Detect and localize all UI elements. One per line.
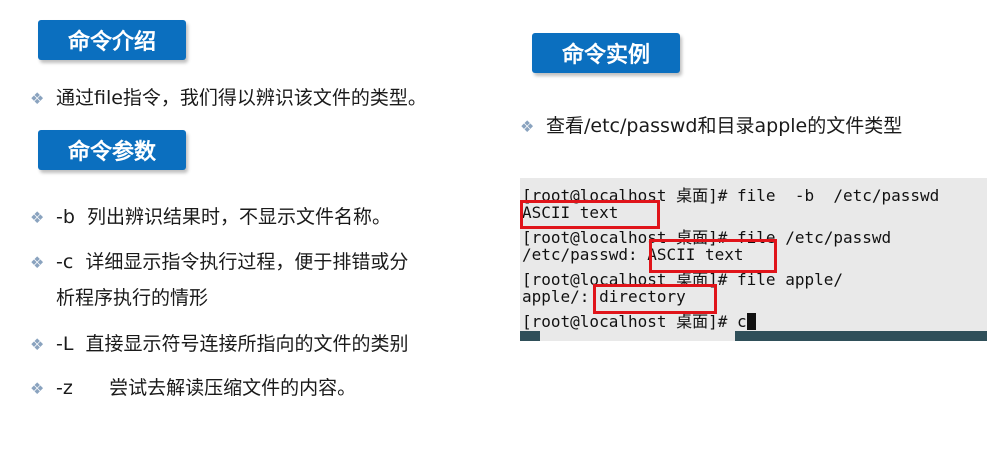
param-flag: -b xyxy=(56,206,75,228)
example-title-badge: 命令实例 xyxy=(532,33,680,73)
param-desc: 详细显示指令执行过程，便于排错或分 xyxy=(85,251,409,273)
diamond-bullet-icon: ❖ xyxy=(30,89,45,108)
example-bullet: ❖ 查看/etc/passwd和目录apple的文件类型 xyxy=(520,109,902,144)
terminal-line-part: apple/: xyxy=(522,287,600,306)
param-desc: 尝试去解读压缩文件的内容。 xyxy=(109,377,357,399)
intro-text: 通过file指令，我们得以辨识该文件的类型。 xyxy=(56,87,427,109)
param-desc: 列出辨识结果时，不显示文件名称。 xyxy=(87,206,392,228)
diamond-bullet-icon: ❖ xyxy=(520,117,535,136)
param-flag: -z xyxy=(56,377,73,399)
param-L: ❖ -L 直接显示符号连接所指向的文件的类别 xyxy=(30,327,409,362)
param-c: ❖ -c 详细显示指令执行过程，便于排错或分 xyxy=(30,245,408,280)
param-desc: 直接显示符号连接所指向的文件的类别 xyxy=(85,333,409,355)
params-title-badge: 命令参数 xyxy=(38,130,186,170)
terminal-line-part: [root@localhost 桌面]# c xyxy=(522,312,747,331)
terminal-bottom-gap xyxy=(540,331,735,341)
diamond-bullet-icon: ❖ xyxy=(30,379,45,398)
terminal-cursor xyxy=(746,313,756,330)
terminal-screenshot: [root@localhost 桌面]# file -b /etc/passwd… xyxy=(520,178,987,341)
diamond-bullet-icon: ❖ xyxy=(30,253,45,272)
highlight-box xyxy=(649,239,777,273)
param-z: ❖ -z 尝试去解读压缩文件的内容。 xyxy=(30,371,356,406)
param-c-continuation: 析程序执行的情形 xyxy=(56,287,209,309)
param-b: ❖ -b 列出辨识结果时，不显示文件名称。 xyxy=(30,200,391,235)
highlight-box xyxy=(593,284,717,314)
terminal-line-part: /etc/passwd: xyxy=(522,245,648,264)
highlight-box xyxy=(520,200,660,229)
diamond-bullet-icon: ❖ xyxy=(30,335,45,354)
intro-bullet: ❖ 通过file指令，我们得以辨识该文件的类型。 xyxy=(30,81,427,116)
diamond-bullet-icon: ❖ xyxy=(30,208,45,227)
intro-title-badge: 命令介绍 xyxy=(38,20,186,60)
example-text: 查看/etc/passwd和目录apple的文件类型 xyxy=(546,115,903,137)
param-flag: -c xyxy=(56,251,74,273)
param-flag: -L xyxy=(56,333,74,355)
